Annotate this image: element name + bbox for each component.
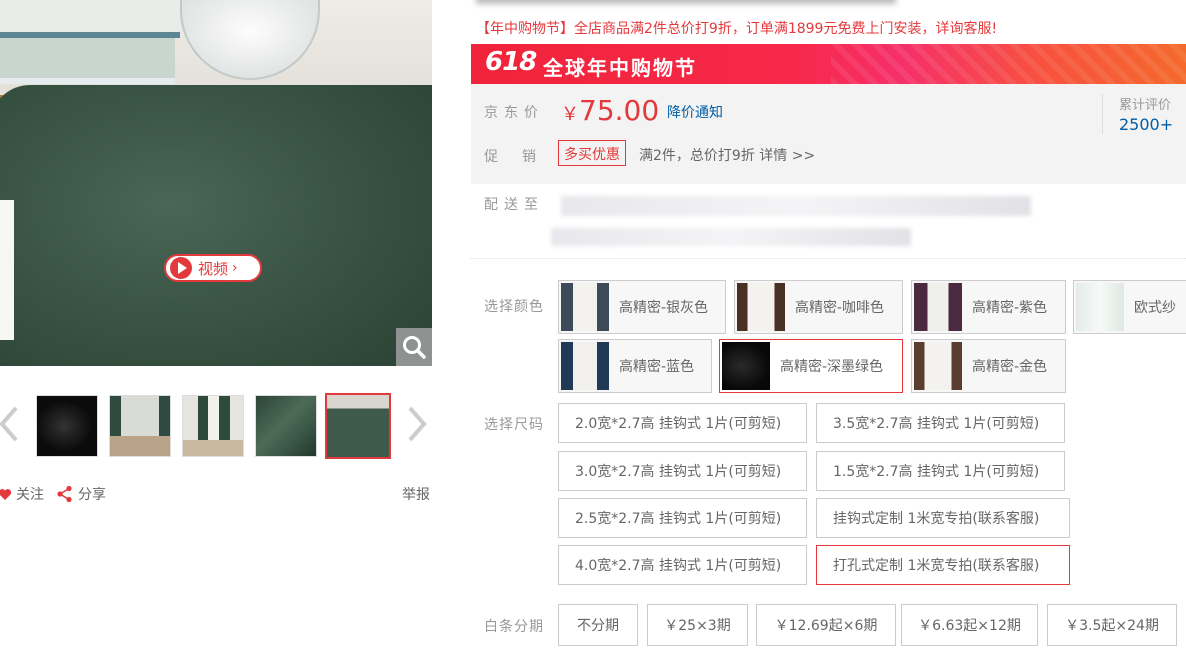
follow-button[interactable]: 关注 [0,484,44,504]
color-option-label: 欧式纱 [1134,300,1176,316]
size-option[interactable]: 1.5宽*2.7高 挂钩式 1片(可剪短) [816,451,1065,491]
chevron-right-icon: › [232,260,238,276]
price-drop-notice-link[interactable]: 降价通知 [667,102,723,122]
reviews-count-link[interactable]: 2500+ [1119,115,1186,134]
color-option-purple[interactable]: 高精密-紫色 [911,280,1066,334]
thumb-5[interactable] [325,393,391,459]
installment-option[interactable]: ￥3.5起×24期 [1047,604,1177,646]
618-banner[interactable]: 618 全球年中购物节 [471,44,1186,84]
color-option-silver-gray[interactable]: 高精密-银灰色 [558,280,726,334]
share-label: 分享 [78,487,106,503]
color-option-blue[interactable]: 高精密-蓝色 [558,339,712,393]
color-option-label: 高精密-蓝色 [619,359,695,375]
video-button[interactable]: 视频 › [164,254,262,282]
currency-symbol: ￥ [561,104,579,125]
magnifier-icon [403,336,426,359]
delivery-label: 配送至 [484,197,544,213]
share-icon [57,485,72,503]
color-swatch [914,342,962,390]
size-option[interactable]: 2.0宽*2.7高 挂钩式 1片(可剪短) [558,403,807,443]
promotion-tag[interactable]: 多买优惠 [558,140,626,166]
color-option-coffee[interactable]: 高精密-咖啡色 [734,280,903,334]
color-swatch [561,283,609,331]
size-option[interactable]: 3.5宽*2.7高 挂钩式 1片(可剪短) [816,403,1065,443]
installment-label: 白条分期 [484,619,544,635]
color-label: 选择颜色 [484,299,544,315]
image-books-top [0,0,180,38]
size-option[interactable]: 挂钩式定制 1米宽专拍(联系客服) [816,498,1070,538]
reviews-label: 累计评价 [1119,98,1172,113]
report-link[interactable]: 举报 [402,484,430,504]
price-label: 京东价 [484,105,544,121]
product-title-cropped [476,0,896,9]
promotion-detail-link[interactable]: 满2件，总价打9折 详情 >> [639,145,815,165]
color-swatch [561,342,609,390]
thumbnail-strip [0,390,440,460]
color-swatch [722,342,770,390]
delivery-info-redacted [551,228,911,246]
banner-title: 全球年中购物节 [543,56,697,80]
thumb-next-arrow-icon[interactable] [406,404,428,444]
color-option-label: 高精密-紫色 [972,300,1048,316]
thumb-prev-arrow-icon[interactable] [0,404,20,444]
color-option-dark-green[interactable]: 高精密-深墨绿色 [719,339,903,393]
video-label: 视频 [198,259,229,278]
thumb-1[interactable] [36,395,98,457]
thumb-4[interactable] [255,395,317,457]
share-button[interactable]: 分享 [56,484,106,504]
size-option[interactable]: 3.0宽*2.7高 挂钩式 1片(可剪短) [558,451,807,491]
gallery-actions: 关注 分享 举报 [0,484,440,506]
installment-option[interactable]: ￥25×3期 [647,604,748,646]
play-icon [170,257,192,279]
delivery-section: 配送至 [471,184,1186,260]
review-summary: 累计评价 2500+ [1102,94,1186,134]
follow-label: 关注 [16,487,44,503]
color-option-label: 高精密-深墨绿色 [780,359,884,375]
banner-618: 618 [485,47,537,77]
section-divider [471,258,1186,259]
installment-option[interactable]: 不分期 [558,604,638,646]
color-option-gold[interactable]: 高精密-金色 [911,339,1066,393]
image-books [0,38,175,84]
price: ￥75.00 [561,94,659,127]
heart-icon [0,488,12,500]
thumb-3[interactable] [182,395,244,457]
delivery-address-redacted[interactable] [561,196,1031,216]
size-option[interactable]: 2.5宽*2.7高 挂钩式 1片(可剪短) [558,498,807,538]
color-option-label: 高精密-咖啡色 [795,300,885,316]
banner-pattern [831,44,1186,84]
image-chair [0,200,14,340]
installment-option[interactable]: ￥12.69起×6期 [756,604,896,646]
color-option-sheer[interactable]: 欧式纱 [1073,280,1186,334]
installment-option[interactable]: ￥6.63起×12期 [901,604,1038,646]
main-product-image[interactable]: 视频 › [0,0,432,366]
color-option-label: 高精密-金色 [972,359,1048,375]
size-option-selected[interactable]: 打孔式定制 1米宽专拍(联系客服) [816,545,1070,585]
thumb-2[interactable] [109,395,171,457]
color-swatch [914,283,962,331]
promo-announcement: 【年中购物节】全店商品满2件总价打9折，订单满1899元免费上门安装，详询客服! [476,21,998,37]
size-label: 选择尺码 [484,417,544,433]
promotion-label: 促销 [484,149,560,165]
zoom-button[interactable] [396,328,432,366]
color-swatch [1076,283,1124,331]
price-summary: 京东价 ￥75.00 降价通知 累计评价 2500+ 促销 多买优惠 满2件，总… [471,84,1186,184]
size-option[interactable]: 4.0宽*2.7高 挂钩式 1片(可剪短) [558,545,807,585]
price-value: 75.00 [579,94,660,127]
image-tablecloth [0,85,432,366]
color-option-label: 高精密-银灰色 [619,300,709,316]
color-swatch [737,283,785,331]
product-page: 视频 › 关注 分享 举报 【年中购物节】全店商品满2件总价打9折，订单满189… [0,0,1186,661]
